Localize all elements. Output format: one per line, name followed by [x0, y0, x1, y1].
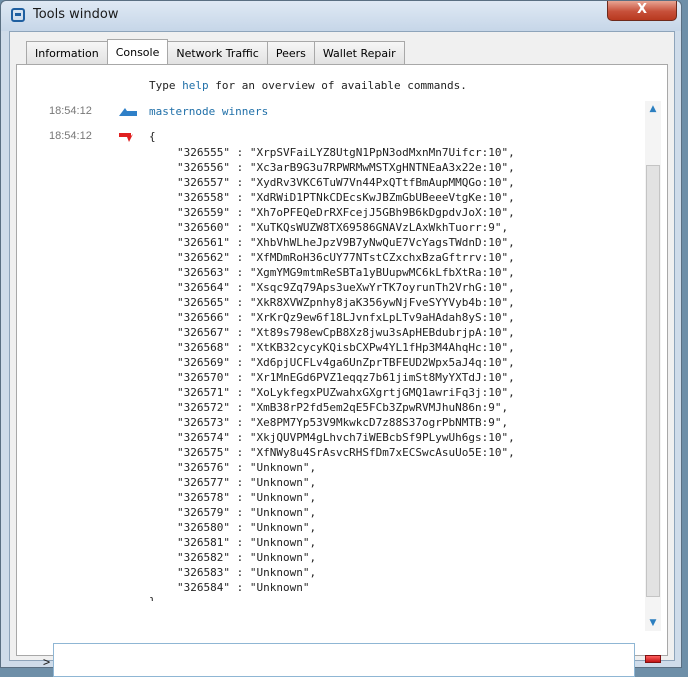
- tab-bar: Information Console Network Traffic Peer…: [26, 39, 405, 65]
- console-pane: Type help for an overview of available c…: [16, 64, 668, 677]
- app-icon: [11, 8, 25, 22]
- reply-row: "326577" : "Unknown",: [177, 476, 317, 489]
- tab-information[interactable]: Information: [26, 41, 108, 64]
- reply-row: "326580" : "Unknown",: [177, 521, 317, 534]
- reply-row: "326581" : "Unknown",: [177, 536, 317, 549]
- console-output[interactable]: Type help for an overview of available c…: [23, 71, 639, 601]
- reply-row: "326572" : "XmB38rP2fd5em2qE5FCb3ZpwRVMJ…: [177, 401, 509, 414]
- reply-timestamp: 18:54:12: [49, 130, 92, 142]
- reply-row: "326561" : "XhbVhWLheJpzV9B7yNwQuE7VcYag…: [177, 236, 515, 249]
- reply-row: "326578" : "Unknown",: [177, 491, 317, 504]
- client-area: Information Console Network Traffic Peer…: [9, 31, 675, 677]
- command-input[interactable]: [53, 643, 635, 677]
- request-command: masternode winners: [149, 105, 269, 118]
- reply-row: "326584" : "Unknown": [177, 581, 310, 594]
- help-keyword: help: [182, 79, 209, 92]
- scrollbar-thumb[interactable]: [646, 165, 660, 597]
- tab-wallet-repair[interactable]: Wallet Repair: [313, 41, 405, 64]
- window-title: Tools window: [33, 7, 119, 22]
- reply-row: "326574" : "XkjQUVPM4gLhvch7iWEBcbSf9PLy…: [177, 431, 515, 444]
- tab-network-traffic[interactable]: Network Traffic: [167, 41, 268, 64]
- tab-peers[interactable]: Peers: [266, 41, 315, 64]
- reply-row: "326573" : "Xe8PM7Yp53V9MkwkcD7z88S37ogr…: [177, 416, 509, 429]
- tools-window: Tools window X Information Console Netwo…: [0, 0, 682, 677]
- reply-row: "326579" : "Unknown",: [177, 506, 317, 519]
- reply-row: "326558" : "XdRWiD1PTNkCDEcsKwJBZmGbUBee…: [177, 191, 515, 204]
- reply-arrow-icon: [119, 133, 133, 142]
- request-arrow-icon: [119, 108, 137, 116]
- reply-row: "326571" : "XoLykfegxPUZwahxGXgrtjGMQ1aw…: [177, 386, 515, 399]
- reply-row: "326556" : "Xc3arB9G3u7RPWRMwMSTXgHNTNEa…: [177, 161, 515, 174]
- reply-row: "326576" : "Unknown",: [177, 461, 317, 474]
- reply-row: "326555" : "XrpSVFaiLYZ8UtgN1PpN3odMxnMn…: [177, 146, 515, 159]
- reply-row: "326565" : "XkR8XVWZpnhy8jaK356ywNjFveSY…: [177, 296, 515, 309]
- title-bar[interactable]: Tools window X: [1, 1, 681, 31]
- reply-row: "326564" : "Xsqc9Zq79Aps3ueXwYrTK7oyrunT…: [177, 281, 515, 294]
- help-suffix: for an overview of available commands.: [208, 79, 467, 92]
- scroll-up-icon[interactable]: ▲: [645, 101, 661, 117]
- scroll-down-icon[interactable]: ▼: [645, 615, 661, 631]
- reply-close-brace: }: [149, 595, 156, 601]
- prompt-symbol: >: [43, 655, 51, 669]
- reply-row: "326559" : "Xh7oPFEQeDrRXFcejJ5GBh9B6kDg…: [177, 206, 515, 219]
- help-prefix: Type: [149, 79, 183, 92]
- reply-row: "326569" : "Xd6pjUCFLv4ga6UnZprTBFEUD2Wp…: [177, 356, 515, 369]
- close-button[interactable]: X: [607, 1, 677, 21]
- console-scrollbar[interactable]: ▲ ▼: [645, 101, 661, 631]
- reply-row: "326557" : "XydRv3VKC6TuW7Vn44PxQTtfBmAu…: [177, 176, 515, 189]
- clear-console-icon[interactable]: [645, 655, 661, 663]
- reply-row: "326563" : "XgmYMG9mtmReSBTa1yBUupwMC6kL…: [177, 266, 515, 279]
- reply-row: "326566" : "XrKrQz9ew6f18LJvnfxLpLTv9aHA…: [177, 311, 515, 324]
- reply-row: "326575" : "XfNWy8u4SrAsvcRHSfDm7xECSwcA…: [177, 446, 515, 459]
- reply-row: "326568" : "XtKB32cycyKQisbCXPw4YL1fHp3M…: [177, 341, 515, 354]
- reply-row: "326567" : "Xt89s798ewCpB8Xz8jwu3sApHEBd…: [177, 326, 515, 339]
- request-timestamp: 18:54:12: [49, 105, 92, 117]
- reply-row: "326582" : "Unknown",: [177, 551, 317, 564]
- reply-row: "326560" : "XuTKQsWUZW8TX69586GNAVzLAxWk…: [177, 221, 509, 234]
- reply-row: "326570" : "Xr1MnEGd6PVZ1eqqz7b61jimSt8M…: [177, 371, 515, 384]
- tab-console[interactable]: Console: [106, 39, 169, 64]
- help-message: Type help for an overview of available c…: [149, 79, 467, 92]
- reply-row: "326583" : "Unknown",: [177, 566, 317, 579]
- reply-row: "326562" : "XfMDmRoH36cUY77NTstCZxchxBza…: [177, 251, 515, 264]
- reply-open-brace: {: [149, 130, 156, 143]
- reply-rows: "326555" : "XrpSVFaiLYZ8UtgN1PpN3odMxnMn…: [177, 145, 515, 595]
